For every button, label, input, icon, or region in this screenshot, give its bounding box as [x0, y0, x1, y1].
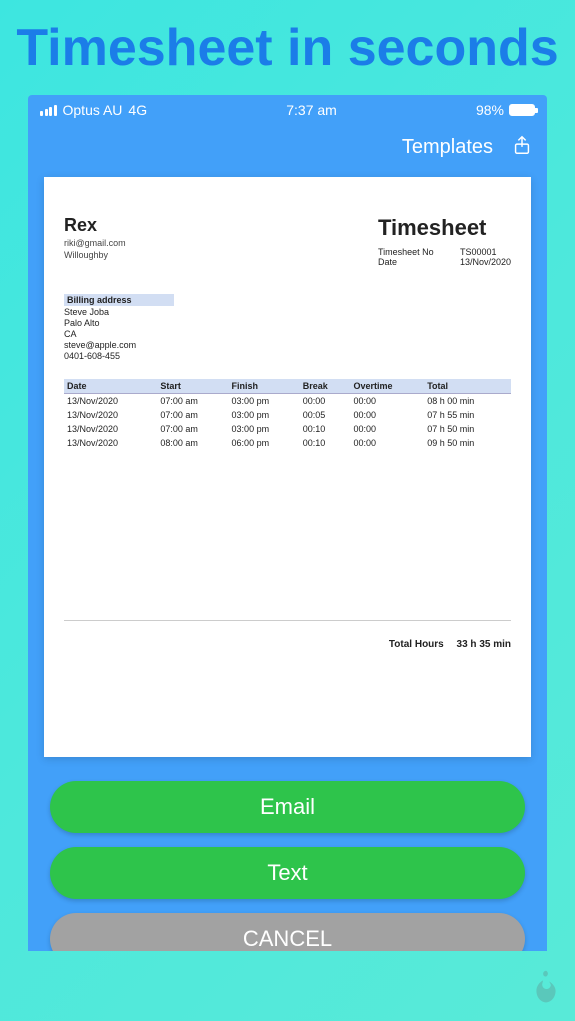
col-break: Break: [300, 379, 351, 394]
battery-pct: 98%: [476, 102, 504, 118]
billing-header: Billing address: [64, 294, 174, 306]
meta-date-value: 13/Nov/2020: [460, 257, 511, 267]
watermark-icon: [523, 966, 569, 1017]
billing-name: Steve Joba: [64, 307, 511, 317]
cell-finish: 03:00 pm: [229, 408, 300, 422]
cell-date: 13/Nov/2020: [64, 408, 157, 422]
table-row: 13/Nov/202007:00 am03:00 pm00:0500:0007 …: [64, 408, 511, 422]
meta-no-value: TS00001: [460, 247, 497, 257]
col-finish: Finish: [229, 379, 300, 394]
timesheet-document: Rex riki@gmail.com Willoughby Timesheet …: [44, 177, 531, 757]
cell-overtime: 00:00: [351, 394, 425, 409]
sender-email: riki@gmail.com: [64, 238, 126, 248]
cell-overtime: 00:00: [351, 436, 425, 450]
phone-frame: Optus AU 4G 7:37 am 98% Templates Rex ri…: [28, 95, 547, 951]
cell-date: 13/Nov/2020: [64, 436, 157, 450]
sender-name: Rex: [64, 215, 126, 236]
cell-start: 08:00 am: [157, 436, 228, 450]
cell-start: 07:00 am: [157, 394, 228, 409]
cell-break: 00:10: [300, 436, 351, 450]
cell-break: 00:05: [300, 408, 351, 422]
text-button[interactable]: Text: [50, 847, 525, 899]
col-total: Total: [424, 379, 511, 394]
table-row: 13/Nov/202008:00 am06:00 pm00:1000:0009 …: [64, 436, 511, 450]
cell-total: 07 h 50 min: [424, 422, 511, 436]
status-bar: Optus AU 4G 7:37 am 98%: [28, 95, 547, 125]
divider: [64, 620, 511, 621]
email-button[interactable]: Email: [50, 781, 525, 833]
document-title: Timesheet: [378, 215, 511, 241]
meta-date-label: Date: [378, 257, 452, 267]
carrier-label: Optus AU: [63, 102, 123, 118]
cell-finish: 03:00 pm: [229, 394, 300, 409]
cell-finish: 03:00 pm: [229, 422, 300, 436]
nav-bar: Templates: [28, 125, 547, 169]
promo-title: Timesheet in seconds: [0, 0, 575, 95]
share-icon[interactable]: [511, 134, 533, 161]
billing-phone: 0401-608-455: [64, 351, 511, 361]
cell-finish: 06:00 pm: [229, 436, 300, 450]
action-sheet: Email Text CANCEL: [28, 781, 547, 951]
cell-break: 00:00: [300, 394, 351, 409]
clock-label: 7:37 am: [286, 102, 337, 118]
cell-start: 07:00 am: [157, 422, 228, 436]
meta-no-label: Timesheet No: [378, 247, 452, 257]
entries-table: Date Start Finish Break Overtime Total 1…: [64, 379, 511, 450]
table-row: 13/Nov/202007:00 am03:00 pm00:0000:0008 …: [64, 394, 511, 409]
col-date: Date: [64, 379, 157, 394]
cell-overtime: 00:00: [351, 408, 425, 422]
billing-email: steve@apple.com: [64, 340, 511, 350]
cell-overtime: 00:00: [351, 422, 425, 436]
totals-row: Total Hours 33 h 35 min: [64, 639, 511, 650]
col-start: Start: [157, 379, 228, 394]
cell-total: 08 h 00 min: [424, 394, 511, 409]
billing-state: CA: [64, 329, 511, 339]
cell-total: 09 h 50 min: [424, 436, 511, 450]
table-row: 13/Nov/202007:00 am03:00 pm00:1000:0007 …: [64, 422, 511, 436]
signal-icon: [40, 105, 57, 116]
totals-value: 33 h 35 min: [457, 639, 511, 650]
billing-block: Billing address Steve Joba Palo Alto CA …: [64, 293, 511, 361]
cell-total: 07 h 55 min: [424, 408, 511, 422]
cell-date: 13/Nov/2020: [64, 422, 157, 436]
cell-break: 00:10: [300, 422, 351, 436]
cell-date: 13/Nov/2020: [64, 394, 157, 409]
network-label: 4G: [128, 102, 147, 118]
cancel-button[interactable]: CANCEL: [50, 913, 525, 951]
sender-city: Willoughby: [64, 250, 126, 260]
battery-icon: [509, 104, 535, 116]
cell-start: 07:00 am: [157, 408, 228, 422]
billing-city: Palo Alto: [64, 318, 511, 328]
totals-label: Total Hours: [389, 639, 444, 650]
templates-button[interactable]: Templates: [402, 136, 493, 159]
col-overtime: Overtime: [351, 379, 425, 394]
